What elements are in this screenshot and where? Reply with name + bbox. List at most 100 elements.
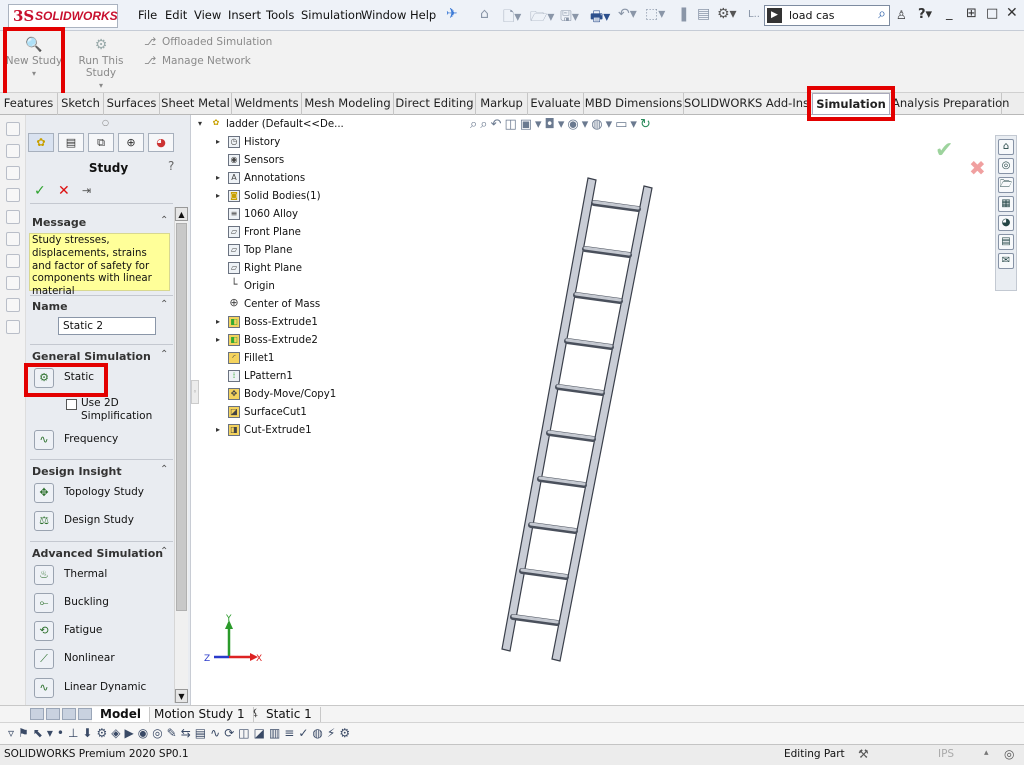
tab-static-study[interactable]: Static 1 bbox=[258, 707, 321, 722]
message-header[interactable]: Message bbox=[32, 216, 86, 229]
tab-mbd-dimensions[interactable]: MBD Dimensions bbox=[584, 93, 684, 115]
menu-insert[interactable]: Insert bbox=[228, 8, 261, 22]
home-icon[interactable]: ⌂ bbox=[998, 139, 1014, 155]
shortcut-icon[interactable] bbox=[6, 254, 20, 268]
tab-solidworks-addins[interactable]: SOLIDWORKS Add-Ins bbox=[684, 93, 810, 115]
maximize-icon[interactable]: □ bbox=[986, 6, 998, 21]
tooltip-icon[interactable]: ◎ bbox=[1004, 747, 1014, 761]
buckling-option[interactable]: ⟜ Buckling bbox=[32, 592, 172, 614]
resources-icon[interactable]: ◎ bbox=[998, 158, 1014, 174]
run-study-dropdown-icon[interactable]: ▾ bbox=[68, 81, 134, 90]
settings-icon[interactable]: ⚙ bbox=[339, 726, 354, 740]
menu-window[interactable]: Window bbox=[361, 8, 406, 22]
feature-manager-tab-icon[interactable]: ✿ bbox=[28, 133, 54, 152]
tab-sheet-metal[interactable]: Sheet Metal bbox=[160, 93, 232, 115]
file-explorer-icon[interactable]: 🗁 bbox=[998, 177, 1014, 193]
iso-icon[interactable]: ◪ bbox=[254, 726, 269, 740]
general-simulation-header[interactable]: General Simulation bbox=[32, 350, 151, 363]
configuration-manager-tab-icon[interactable]: ⧉ bbox=[88, 133, 114, 152]
offloaded-simulation-button[interactable]: Offloaded Simulation bbox=[162, 36, 272, 48]
minimize-icon[interactable]: _ bbox=[946, 6, 953, 21]
collapse-icon[interactable]: ⌃ bbox=[160, 299, 168, 310]
sensor-icon[interactable]: ◍ bbox=[312, 726, 326, 740]
rebuild-icon[interactable]: ❚ bbox=[678, 6, 690, 22]
rebuild-status-icon[interactable]: ⚒ bbox=[858, 747, 869, 761]
probe-icon[interactable]: ✎ bbox=[167, 726, 181, 740]
home-icon[interactable]: ⌂ bbox=[480, 6, 489, 22]
tab-sketch[interactable]: Sketch bbox=[58, 93, 104, 115]
help-circle-icon[interactable]: ? bbox=[168, 159, 174, 173]
close-icon[interactable]: ✕ bbox=[1006, 5, 1018, 21]
undo-icon[interactable]: ↶▾ bbox=[618, 6, 637, 22]
tab-markup[interactable]: Markup bbox=[476, 93, 528, 115]
solidworks-logo[interactable]: 3S SOLIDWORKS bbox=[8, 4, 118, 28]
menu-simulation[interactable]: Simulation bbox=[301, 8, 362, 22]
results-icon[interactable]: ◉ bbox=[138, 726, 152, 740]
thermal-option[interactable]: ♨ Thermal bbox=[32, 564, 172, 586]
search-input[interactable]: load cas bbox=[789, 9, 835, 22]
shortcut-icon[interactable] bbox=[6, 188, 20, 202]
ok-check-icon[interactable]: ✓ bbox=[34, 183, 46, 199]
tab-analysis-preparation[interactable]: Analysis Preparation bbox=[892, 93, 1009, 115]
pin-icon[interactable]: ✈ bbox=[446, 6, 458, 22]
select-arrow-icon[interactable]: ⬉▾ bbox=[33, 726, 57, 740]
more-icon[interactable]: L.. bbox=[748, 9, 760, 20]
design-insight-header[interactable]: Design Insight bbox=[32, 465, 122, 478]
select-icon[interactable]: ⬚▾ bbox=[645, 6, 665, 22]
first-tab-icon[interactable] bbox=[30, 708, 44, 720]
tab-motion-study[interactable]: Motion Study 1 bbox=[146, 707, 254, 722]
nonlinear-option[interactable]: ⟋ Nonlinear bbox=[32, 648, 172, 670]
shortcut-icon[interactable] bbox=[6, 166, 20, 180]
print-icon[interactable]: 🖶▾ bbox=[590, 6, 610, 30]
menu-file[interactable]: File bbox=[138, 8, 157, 22]
manage-network-button[interactable]: Manage Network bbox=[162, 55, 251, 67]
report-icon[interactable]: ▤ bbox=[195, 726, 210, 740]
menu-edit[interactable]: Edit bbox=[165, 8, 187, 22]
tab-surfaces[interactable]: Surfaces bbox=[104, 93, 160, 115]
panel-scrollbar[interactable]: ▲ ▼ bbox=[174, 207, 188, 703]
restore-icon[interactable]: ⊞ bbox=[966, 6, 977, 21]
save-icon[interactable]: 🖫▾ bbox=[560, 6, 579, 30]
ladder-model[interactable] bbox=[501, 177, 653, 662]
point-icon[interactable]: • bbox=[57, 726, 68, 740]
scroll-up-icon[interactable]: ▲ bbox=[175, 207, 188, 221]
plot-icon[interactable]: ◎ bbox=[152, 726, 166, 740]
custom-properties-icon[interactable]: ▤ bbox=[998, 234, 1014, 250]
units-selector[interactable]: IPS bbox=[938, 748, 954, 760]
run-study-button[interactable]: ⚙ Run This Study ▾ bbox=[68, 33, 134, 90]
search-commands[interactable]: ▶ load cas ⌕ bbox=[764, 5, 890, 26]
appearances-icon[interactable]: ◕ bbox=[998, 215, 1014, 231]
last-tab-icon[interactable] bbox=[78, 708, 92, 720]
animate-icon[interactable]: ⟳ bbox=[224, 726, 238, 740]
design-study-option[interactable]: ⚖ Design Study bbox=[32, 510, 172, 532]
ladder-right-rail[interactable] bbox=[551, 185, 653, 662]
tab-mesh-modeling[interactable]: Mesh Modeling bbox=[302, 93, 394, 115]
collapse-icon[interactable]: ⌃ bbox=[160, 464, 168, 475]
tab-direct-editing[interactable]: Direct Editing bbox=[394, 93, 476, 115]
units-dropdown-icon[interactable]: ▴ bbox=[984, 748, 989, 758]
cancel-x-icon[interactable]: ✕ bbox=[58, 183, 70, 199]
mesh-icon[interactable]: ◈ bbox=[111, 726, 124, 740]
pushpin-icon[interactable]: ⇥ bbox=[82, 184, 91, 197]
new-document-icon[interactable]: 🗋▾ bbox=[503, 6, 521, 30]
graphics-area[interactable]: Y X Z bbox=[192, 115, 992, 705]
previous-tab-icon[interactable] bbox=[46, 708, 60, 720]
collapse-icon[interactable]: ⌃ bbox=[160, 215, 168, 226]
force-icon[interactable]: ⬇ bbox=[82, 726, 96, 740]
tab-weldments[interactable]: Weldments bbox=[232, 93, 302, 115]
flag-icon[interactable]: ⚑ bbox=[18, 726, 33, 740]
filter-icon[interactable]: ▿ bbox=[8, 726, 18, 740]
chart-icon[interactable]: ▥ bbox=[269, 726, 284, 740]
forum-icon[interactable]: ✉ bbox=[998, 253, 1014, 269]
shortcut-icon[interactable] bbox=[6, 298, 20, 312]
list-icon[interactable]: ≡ bbox=[284, 726, 298, 740]
user-icon[interactable]: ♙ bbox=[896, 8, 907, 22]
run-icon[interactable]: ▶ bbox=[124, 726, 137, 740]
next-tab-icon[interactable] bbox=[62, 708, 76, 720]
design-check-icon[interactable]: ✓ bbox=[298, 726, 312, 740]
collapse-icon[interactable]: ⌃ bbox=[160, 546, 168, 557]
dimxpert-tab-icon[interactable]: ⊕ bbox=[118, 133, 144, 152]
shortcut-icon[interactable] bbox=[6, 144, 20, 158]
advanced-simulation-header[interactable]: Advanced Simulation bbox=[32, 547, 163, 560]
shortcut-icon[interactable] bbox=[6, 122, 20, 136]
